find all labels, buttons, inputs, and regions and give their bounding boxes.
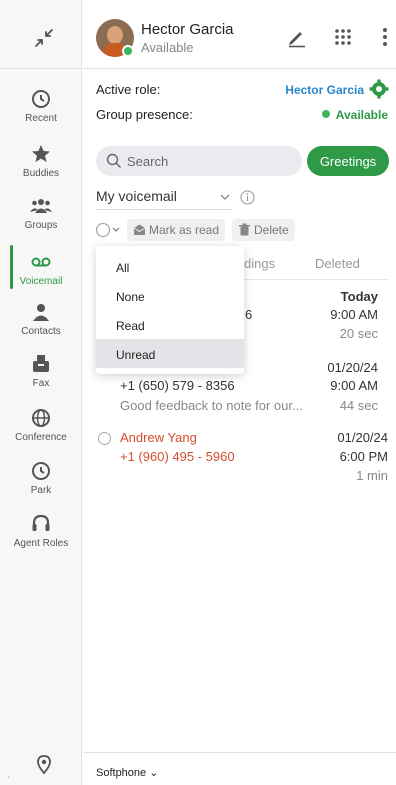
clock-icon [32, 462, 50, 480]
caller-number: +1 (650) 579 - 8356 [120, 378, 235, 393]
search-box[interactable] [96, 146, 302, 176]
group-icon [30, 199, 52, 213]
nav-item-recent[interactable]: Recent [0, 87, 82, 124]
chevron-down-icon [220, 194, 230, 200]
location-pin-icon[interactable] [33, 754, 55, 776]
star-icon [32, 145, 50, 162]
gear-icon[interactable] [369, 79, 389, 99]
navigation-rail: Recent Buddies Groups Voicemail Contacts… [0, 0, 82, 785]
clock-icon [32, 90, 50, 108]
rail-divider [0, 68, 82, 69]
message-time: 9:00 AM [330, 307, 378, 322]
message-time: 6:00 PM [339, 449, 388, 464]
nav-label-contacts: Contacts [21, 326, 61, 337]
softphone-label: Softphone [96, 767, 147, 779]
transcript-preview: Good feedback to note for our... [120, 398, 303, 413]
tab-recordings[interactable]: dings [244, 256, 275, 271]
voicemail-select[interactable]: My voicemail [96, 188, 232, 210]
chevron-down-icon: ⌄ [149, 767, 159, 779]
nav-item-conference[interactable]: Conference [0, 406, 82, 443]
message-date: Today [340, 289, 378, 304]
active-role-label: Active role: [96, 82, 161, 97]
headset-icon [32, 514, 50, 531]
caller-name: Andrew Yang [120, 430, 197, 445]
user-status[interactable]: Available [141, 40, 194, 55]
more-options-icon[interactable] [374, 26, 396, 48]
nav-label-park: Park [30, 485, 52, 496]
trash-icon [239, 223, 250, 236]
nav-item-groups[interactable]: Groups [0, 194, 82, 231]
search-input[interactable] [127, 146, 292, 176]
message-date: 01/20/24 [337, 430, 388, 445]
row-checkbox[interactable] [98, 432, 111, 445]
active-role-value[interactable]: Hector Garcia [285, 83, 364, 97]
compose-icon[interactable] [286, 26, 308, 48]
apps-grid-icon[interactable] [332, 26, 354, 48]
fax-icon [33, 355, 49, 372]
dropdown-option-none[interactable]: None [96, 281, 244, 310]
nav-item-contacts[interactable]: Contacts [0, 300, 82, 337]
message-duration: 1 min [356, 468, 388, 483]
nav-label-conference: Conference [15, 432, 67, 443]
message-duration: 44 sec [339, 398, 378, 413]
message-duration: 20 sec [339, 326, 378, 341]
corner-mark: ' [8, 775, 10, 784]
contact-icon [33, 304, 49, 321]
voicemail-select-value: My voicemail [96, 188, 177, 204]
dropdown-option-all[interactable]: All [96, 252, 244, 281]
mark-as-read-label: Mark as read [149, 223, 220, 237]
select-all-checkbox[interactable] [96, 223, 110, 237]
greetings-button[interactable]: Greetings [307, 146, 389, 176]
envelope-open-icon [133, 224, 146, 235]
nav-item-fax[interactable]: Fax [0, 352, 82, 389]
avatar-face [107, 26, 123, 44]
dropdown-option-read[interactable]: Read [96, 310, 244, 339]
delete-label: Delete [254, 223, 289, 237]
group-presence-label: Group presence: [96, 107, 193, 122]
tab-deleted[interactable]: Deleted [315, 256, 360, 271]
presence-dot [122, 45, 134, 57]
nav-label-recent: Recent [25, 113, 57, 124]
footer-divider [83, 752, 396, 753]
nav-label-agent-roles: Agent Roles [13, 538, 69, 549]
chevron-down-icon [112, 227, 120, 232]
caller-number: 6 [245, 307, 253, 322]
info-icon[interactable] [240, 190, 255, 205]
softphone-selector[interactable]: Softphone ⌄ [96, 766, 158, 779]
collapse-icon[interactable] [33, 27, 55, 49]
user-name: Hector Garcia [141, 21, 234, 38]
message-time: 9:00 AM [330, 378, 378, 393]
presence-status-dot [322, 110, 330, 118]
select-all-toggle[interactable] [96, 222, 124, 238]
header-divider [83, 68, 396, 69]
message-date: 01/20/24 [327, 360, 378, 375]
nav-label-fax: Fax [32, 378, 50, 389]
nav-item-buddies[interactable]: Buddies [0, 142, 82, 179]
globe-icon [32, 409, 50, 427]
mark-as-read-button[interactable]: Mark as read [127, 219, 226, 241]
search-icon [106, 153, 121, 168]
nav-item-agent-roles[interactable]: Agent Roles [0, 512, 82, 549]
delete-button[interactable]: Delete [232, 219, 295, 241]
nav-label-groups: Groups [24, 220, 58, 231]
selection-dropdown: All None Read Unread [96, 246, 244, 374]
active-nav-indicator [10, 245, 13, 289]
caller-number: +1 (960) 495 - 5960 [120, 449, 235, 464]
group-presence-value[interactable]: Available [336, 108, 388, 122]
nav-label-buddies: Buddies [22, 168, 60, 179]
nav-item-park[interactable]: Park [0, 459, 82, 496]
voicemail-icon [31, 257, 51, 267]
dropdown-option-unread[interactable]: Unread [96, 339, 244, 368]
